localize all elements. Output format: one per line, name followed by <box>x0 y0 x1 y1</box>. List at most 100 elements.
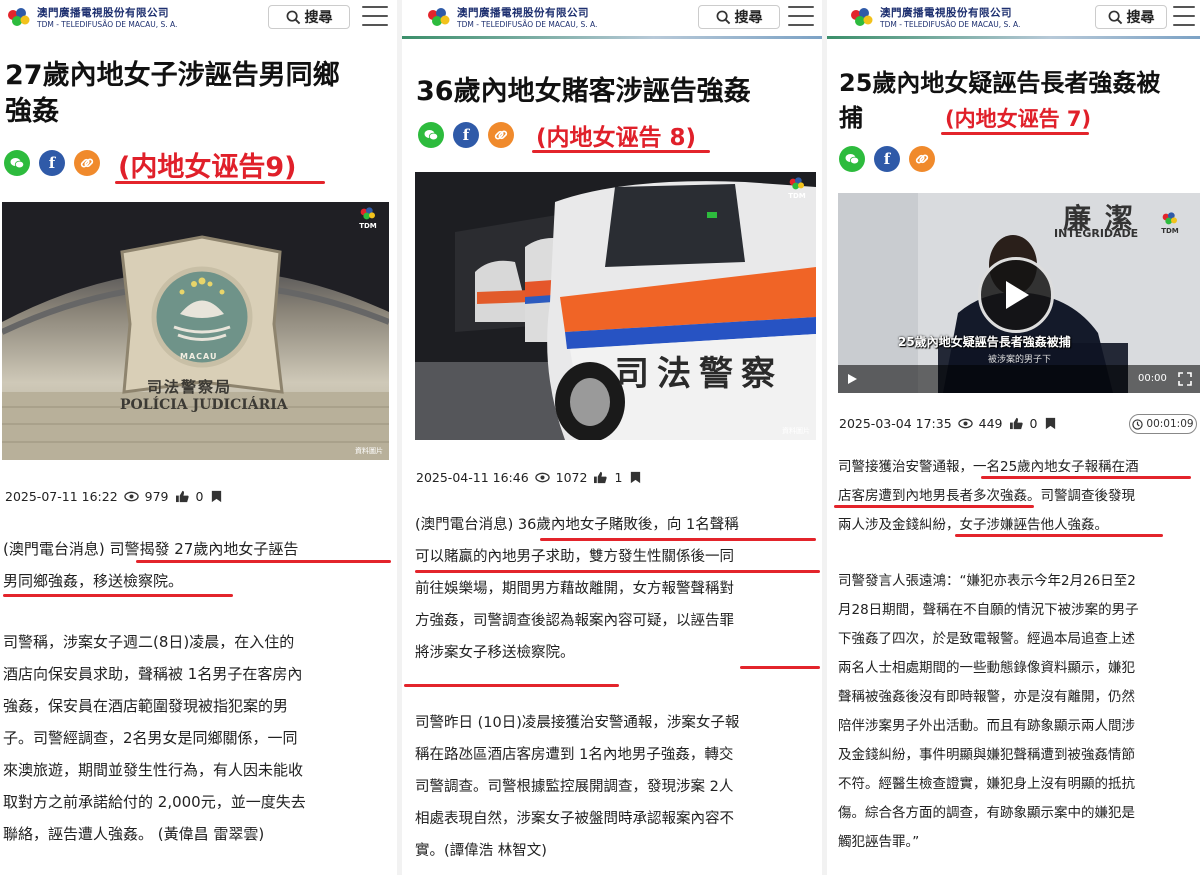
annotation-note: (内地女诬告 7) <box>945 107 1092 131</box>
video-duration-badge: 00:01:09 <box>1129 414 1197 434</box>
annotation-underline <box>532 150 710 153</box>
site-logo[interactable]: 澳門廣播電視股份有限公司 TDM - TELEDIFUSÃO DE MACAU,… <box>6 6 177 30</box>
link-icon[interactable] <box>74 150 100 176</box>
article-meta: 2025-07-11 16:22 979 0 <box>5 489 224 504</box>
facebook-icon[interactable]: f <box>39 150 65 176</box>
site-logo[interactable]: 澳門廣播電視股份有限公司 TDM - TELEDIFUSÃO DE MACAU,… <box>426 6 597 30</box>
thumbs-up-icon[interactable] <box>593 471 608 484</box>
photo-watermark: 資料圖片 <box>782 427 810 435</box>
link-icon[interactable] <box>909 146 935 172</box>
search-button[interactable]: 搜尋 <box>268 5 350 29</box>
link-icon[interactable] <box>488 122 514 148</box>
wechat-icon[interactable] <box>839 146 865 172</box>
highlight-underline <box>740 666 820 669</box>
tdm-watermark-icon: TDM <box>787 176 807 200</box>
sign-text-zh: 司法警察局 <box>147 378 233 396</box>
play-control-icon[interactable] <box>846 373 858 385</box>
article-body: 司警發言人張遠鴻：“嫌犯亦表示今年2月26日至2 月28日期間，聲稱在不自願的情… <box>838 573 1139 850</box>
article-panel-1: 澳門廣播電視股份有限公司 TDM - TELEDIFUSÃO DE MACAU,… <box>0 0 397 875</box>
search-label: 搜尋 <box>304 10 333 26</box>
header-divider <box>402 36 822 39</box>
article-photo: MACAU 司法警察局 POLÍCIA JUDICIÁRIA TDM 資料圖片 <box>2 202 389 460</box>
tdm-logo-icon <box>849 6 875 30</box>
menu-icon[interactable] <box>1173 6 1195 26</box>
tdm-watermark-icon: TDM <box>1160 211 1180 235</box>
wall-sign-pt: INTEGRIDADE <box>1054 227 1139 240</box>
article-body: 司警稱，涉案女子週二(8日)凌晨，在入住的 酒店向保安員求助，聲稱被 1名男子在… <box>3 633 306 843</box>
article-lead: (澳門電台消息) 司警揭發 27歲內地女子誣告 男同鄉強姦，移送檢察院。 <box>3 540 299 590</box>
like-count: 0 <box>195 489 204 504</box>
bookmark-icon[interactable] <box>1043 417 1058 430</box>
article-panel-3: 澳門廣播電視股份有限公司 TDM - TELEDIFUSÃO DE MACAU,… <box>827 0 1200 875</box>
article-photo: 司法警察 TDM 資料圖片 <box>415 172 816 440</box>
article-lead: (澳門電台消息) 36歲內地女子賭敗後，向 1名聲稱 可以賭贏的內地男子求助，雙… <box>415 517 739 661</box>
publish-date: 2025-03-04 17:35 <box>839 416 952 431</box>
menu-icon[interactable] <box>788 6 814 26</box>
thumbs-up-icon[interactable] <box>1009 417 1024 430</box>
brand-name-pt: TDM - TELEDIFUSÃO DE MACAU, S. A. <box>37 19 178 29</box>
article-title: 27歲內地女子涉誣告男同鄉 強姦 <box>5 60 340 127</box>
publish-date: 2025-07-11 16:22 <box>5 489 118 504</box>
brand-name-zh: 澳門廣播電視股份有限公司 <box>457 7 589 19</box>
facebook-icon[interactable]: f <box>874 146 900 172</box>
site-header: 澳門廣播電視股份有限公司 TDM - TELEDIFUSÃO DE MACAU,… <box>827 0 1200 36</box>
highlight-underline <box>415 570 820 573</box>
search-label: 搜尋 <box>734 10 763 26</box>
highlight-underline <box>540 538 816 541</box>
video-subtitle: 被涉案的男子下 <box>988 355 1052 365</box>
article-meta: 2025-03-04 17:35 449 0 <box>839 416 1058 431</box>
thumbs-up-icon[interactable] <box>175 490 190 503</box>
site-logo[interactable]: 澳門廣播電視股份有限公司 TDM - TELEDIFUSÃO DE MACAU,… <box>849 6 1020 30</box>
highlight-underline <box>981 476 1191 479</box>
share-bar: f <box>418 122 514 148</box>
publish-date: 2025-04-11 16:46 <box>416 470 529 485</box>
site-header: 澳門廣播電視股份有限公司 TDM - TELEDIFUSÃO DE MACAU,… <box>0 0 397 36</box>
eye-icon <box>957 418 973 429</box>
bookmark-icon[interactable] <box>628 471 643 484</box>
eye-icon <box>123 491 139 502</box>
fullscreen-icon[interactable] <box>1178 372 1192 386</box>
highlight-underline <box>955 534 1163 537</box>
vehicle-text: 司法警察 <box>615 354 783 394</box>
annotation-note: (内地女诬告9) <box>118 152 297 183</box>
highlight-underline <box>834 505 1034 508</box>
share-bar: f <box>4 150 100 176</box>
like-count: 0 <box>1029 416 1038 431</box>
highlight-underline <box>136 560 391 563</box>
photo-watermark: 資料圖片 <box>355 447 383 455</box>
search-icon <box>716 10 730 24</box>
video-time: 00:00 <box>1138 373 1167 384</box>
video-caption: 25歲內地女疑誣告長者強姦被捕 <box>898 335 1071 349</box>
annotation-underline <box>941 132 1089 135</box>
video-player[interactable]: 廉潔 INTEGRIDADE TDM 25歲內地女疑誣告長者強姦被捕 被涉案的男… <box>838 193 1200 393</box>
brand-name-zh: 澳門廣播電視股份有限公司 <box>37 7 169 19</box>
annotation-underline <box>115 181 325 184</box>
like-count: 1 <box>614 470 623 485</box>
clock-icon <box>1132 418 1144 430</box>
emblem-text: MACAU <box>180 352 218 361</box>
article-body: 司警昨日 (10日)凌晨接獲治安警通報，涉案女子報 稱在路氹區酒店客房遭到 1名… <box>415 715 740 859</box>
facebook-icon[interactable]: f <box>453 122 479 148</box>
view-count: 1072 <box>555 470 588 485</box>
sign-text-pt: POLÍCIA JUDICIÁRIA <box>120 397 288 413</box>
article-panel-2: 澳門廣播電視股份有限公司 TDM - TELEDIFUSÃO DE MACAU,… <box>402 0 822 875</box>
wechat-icon[interactable] <box>418 122 444 148</box>
brand-name-pt: TDM - TELEDIFUSÃO DE MACAU, S. A. <box>457 19 598 29</box>
wechat-icon[interactable] <box>4 150 30 176</box>
site-header: 澳門廣播電視股份有限公司 TDM - TELEDIFUSÃO DE MACAU,… <box>402 0 822 36</box>
search-button[interactable]: 搜尋 <box>1095 5 1167 29</box>
view-count: 979 <box>144 489 169 504</box>
search-button[interactable]: 搜尋 <box>698 5 780 29</box>
header-divider <box>827 36 1200 39</box>
tdm-logo-icon <box>6 6 32 30</box>
annotation-note: (内地女诬告 8) <box>536 125 697 151</box>
brand-name-pt: TDM - TELEDIFUSÃO DE MACAU, S. A. <box>880 19 1021 29</box>
highlight-underline <box>3 594 233 597</box>
tdm-watermark-icon: TDM <box>358 206 378 230</box>
highlight-underline <box>404 684 619 687</box>
view-count: 449 <box>978 416 1003 431</box>
play-icon[interactable] <box>978 257 1054 333</box>
bookmark-icon[interactable] <box>209 490 224 503</box>
menu-icon[interactable] <box>362 6 388 26</box>
article-title: 36歲內地女賭客涉誣告強姦 <box>416 76 751 107</box>
